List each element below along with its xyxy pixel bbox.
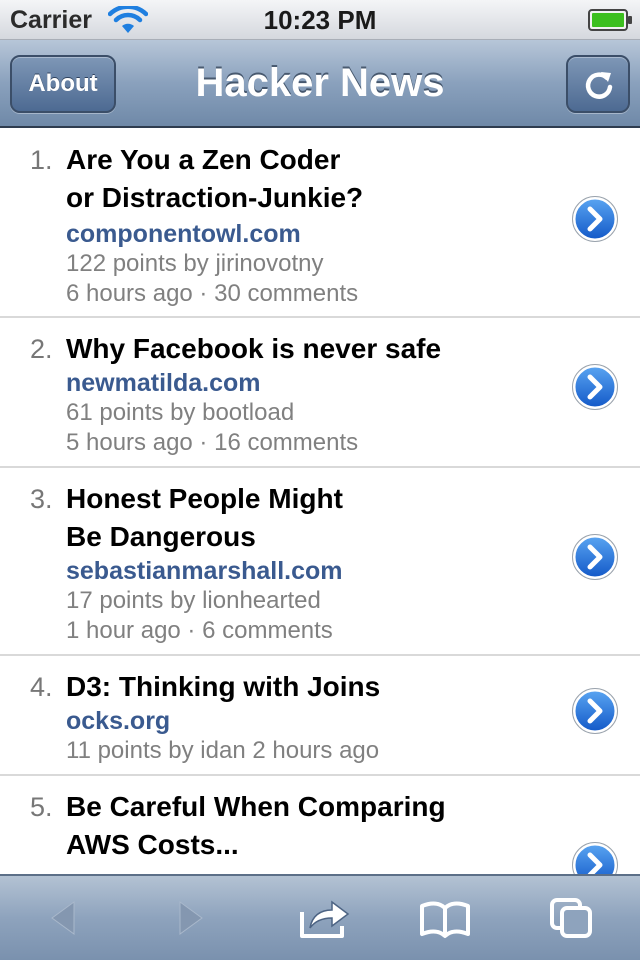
story-rank: 2. (30, 334, 53, 364)
story-title-line[interactable]: Why Facebook is never safe (66, 330, 556, 368)
story-title-line[interactable]: Honest People Might (66, 480, 556, 518)
story-rank: 5. (30, 792, 53, 822)
story-title-line[interactable]: Be Careful When Comparing (66, 788, 556, 826)
story-row[interactable]: 2. Why Facebook is never safe newmatilda… (0, 318, 640, 468)
story-domain[interactable]: ocks.org (66, 706, 170, 736)
story-row[interactable]: 3. Honest People Might Be Dangerous seba… (0, 468, 640, 656)
story-time-comments[interactable]: 1 hour ago · 6 comments (66, 616, 333, 646)
story-rank: 1. (30, 145, 53, 175)
screen: Carrier 10:23 PM About Hacker News 1. Ar… (0, 0, 640, 960)
bookmarks-icon (420, 901, 470, 938)
chevron-right-icon (572, 196, 618, 242)
disclosure-button[interactable] (572, 364, 618, 410)
disclosure-button[interactable] (572, 196, 618, 242)
back-arrow-icon (51, 901, 75, 935)
tabs-button[interactable] (528, 876, 618, 960)
story-title-line[interactable]: D3: Thinking with Joins (66, 668, 556, 706)
page-title: Hacker News (195, 61, 445, 105)
story-domain[interactable]: newmatilda.com (66, 368, 261, 398)
story-domain[interactable]: componentowl.com (66, 219, 301, 249)
story-list: 1. Are You a Zen Coder or Distraction-Ju… (0, 128, 640, 874)
story-rank: 3. (30, 484, 53, 514)
story-row[interactable]: 4. D3: Thinking with Joins ocks.org 11 p… (0, 656, 640, 776)
bookmarks-button[interactable] (398, 876, 488, 960)
story-title-line[interactable]: or Distraction-Junkie? (66, 179, 556, 217)
status-bar: Carrier 10:23 PM (0, 0, 640, 40)
share-button[interactable] (278, 876, 368, 960)
about-button[interactable]: About (10, 55, 116, 113)
forward-button[interactable] (148, 876, 238, 960)
disclosure-button[interactable] (572, 534, 618, 580)
chevron-right-icon (572, 842, 618, 874)
tabs-icon (550, 898, 592, 938)
story-title-line[interactable]: Be Dangerous (66, 518, 556, 556)
navigation-bar: About Hacker News (0, 40, 640, 128)
bottom-toolbar (0, 874, 640, 960)
refresh-icon (585, 72, 613, 99)
story-title-line[interactable]: AWS Costs... (66, 826, 556, 864)
battery-icon (588, 8, 634, 32)
story-domain[interactable]: sebastianmarshall.com (66, 556, 343, 586)
chevron-right-icon (572, 534, 618, 580)
story-row[interactable]: 5. Be Careful When Comparing AWS Costs..… (0, 776, 640, 874)
forward-arrow-icon (179, 901, 203, 935)
story-title-line[interactable]: Are You a Zen Coder (66, 141, 556, 179)
disclosure-button[interactable] (572, 688, 618, 734)
disclosure-button[interactable] (572, 842, 618, 874)
chevron-right-icon (572, 364, 618, 410)
back-button[interactable] (20, 876, 110, 960)
story-rank: 4. (30, 672, 53, 702)
refresh-button[interactable] (566, 55, 630, 113)
status-time: 10:23 PM (263, 5, 377, 35)
share-icon (300, 900, 350, 938)
story-points: 17 points by lionhearted (66, 587, 321, 614)
story-points: 61 points by bootload (66, 399, 295, 426)
story-row[interactable]: 1. Are You a Zen Coder or Distraction-Ju… (0, 128, 640, 318)
story-time-comments[interactable]: 5 hours ago · 16 comments (66, 428, 358, 458)
chevron-right-icon (572, 688, 618, 734)
story-points[interactable]: 11 points by idan 2 hours ago (66, 736, 379, 766)
story-time-comments[interactable]: 6 hours ago · 30 comments (66, 279, 358, 309)
story-points: 122 points by jirinovotny (66, 250, 324, 277)
